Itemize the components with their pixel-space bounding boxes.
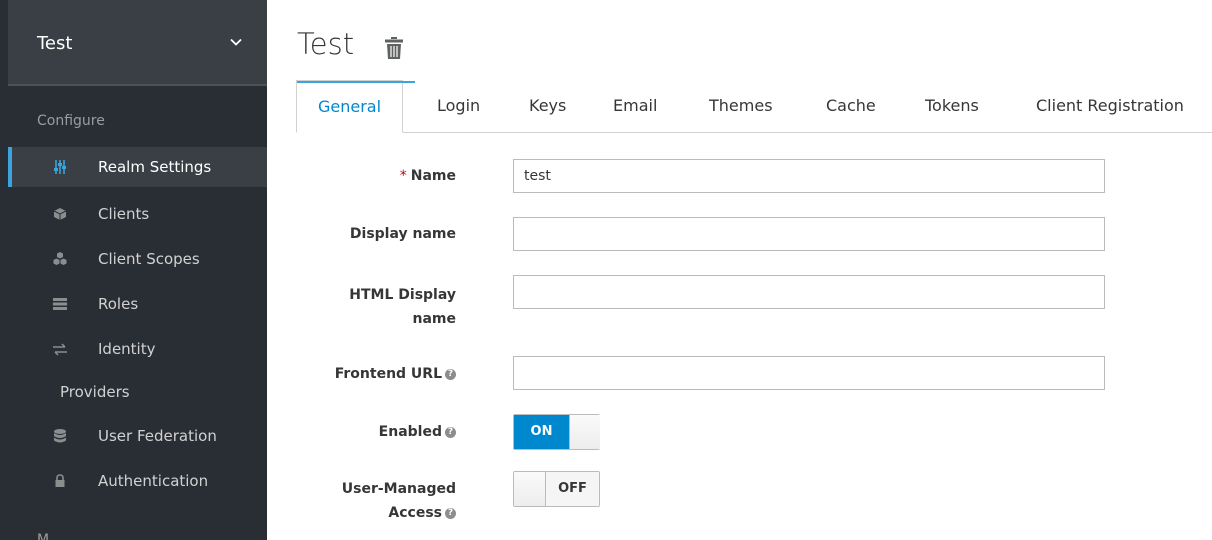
tab-label: Cache [826,96,876,115]
sliders-icon [54,160,66,174]
sidebar-item-user-federation[interactable]: User Federation [8,416,267,456]
sidebar-item-label: Clients [98,205,150,223]
trash-icon[interactable] [385,37,403,59]
sidebar-item-label: Roles [98,295,139,313]
realm-name: Test [37,33,73,54]
name-label: * Name [256,164,456,188]
tab-label: Login [437,96,481,115]
exchange-icon [53,343,67,356]
tab-label: General [318,97,382,116]
frontend-url-label-text: Frontend URL [334,366,442,382]
sidebar-item-realm-settings[interactable]: Realm Settings [8,147,267,187]
tab-login[interactable]: Login [437,80,480,132]
html-display-name-label: HTML Display name [256,283,456,331]
help-icon[interactable]: ? [445,368,456,380]
toggle-off-label: OFF [546,472,599,506]
tab-cache[interactable]: Cache [826,80,876,132]
display-name-input[interactable] [513,217,1105,251]
tab-bar: General Login Keys Email Themes Cache To… [296,80,1212,133]
html-display-name-input[interactable] [513,275,1105,309]
toggle-knob [514,472,546,506]
chevron-down-icon [230,38,242,46]
display-name-label: Display name [349,226,456,242]
roles-icon [53,298,67,310]
html-display-name-label-line1: HTML Display [349,287,456,303]
tab-label: Email [613,96,658,115]
database-icon [54,429,66,443]
section-configure: Configure [37,113,105,129]
sidebar-item-label: Authentication [98,472,209,490]
realm-selector[interactable]: Test [8,0,267,86]
sidebar-item-identity-providers[interactable]: Identity [8,329,267,369]
section-manage: M... [37,532,63,540]
cubes-icon [53,252,67,265]
frontend-url-label: Frontend URL? [256,362,456,386]
sidebar-item-client-scopes[interactable]: Client Scopes [8,239,267,279]
sidebar-item-label-wrap[interactable]: Providers [60,383,130,401]
tab-label: Client Registration [1036,96,1184,115]
tab-label: Tokens [925,96,979,115]
tab-client-registration[interactable]: Client Registration [1036,80,1184,132]
sidebar-item-clients[interactable]: Clients [8,194,267,234]
sidebar-item-authentication[interactable]: Authentication [8,461,267,501]
enabled-toggle[interactable]: ON [513,414,600,450]
tab-general[interactable]: General [296,80,415,133]
page-title: Test [297,27,355,61]
enabled-label-text: Enabled [378,424,442,440]
uma-label-line2: Access [388,505,442,521]
html-display-name-label-line2: name [412,311,457,327]
sidebar-item-label: Client Scopes [98,250,200,268]
cube-icon [53,208,67,220]
tab-label: Themes [709,96,773,115]
sidebar-item-roles[interactable]: Roles [8,284,267,324]
help-icon[interactable]: ? [445,507,456,519]
sidebar-item-label: Identity [98,340,156,358]
required-mark: * [399,168,407,184]
sidebar-item-label: Realm Settings [98,158,212,176]
user-managed-access-toggle[interactable]: OFF [513,471,600,507]
tab-tokens[interactable]: Tokens [925,80,979,132]
tab-keys[interactable]: Keys [529,80,566,132]
name-label-text: Name [410,168,456,184]
active-tab-indicator [297,81,415,83]
uma-label-line1: User-Managed [341,481,456,497]
tab-email[interactable]: Email [613,80,657,132]
name-input[interactable] [513,159,1105,193]
frontend-url-input[interactable] [513,356,1105,390]
user-managed-access-label: User-Managed Access? [256,477,456,525]
sidebar-item-label: User Federation [98,427,217,445]
lock-icon [55,474,65,487]
toggle-on-label: ON [514,415,569,449]
enabled-label: Enabled? [256,420,456,444]
sidebar: Test Configure Realm Settings Clients Cl… [0,0,267,540]
tab-themes[interactable]: Themes [709,80,773,132]
toggle-knob [569,415,600,449]
help-icon[interactable]: ? [445,426,456,438]
tab-label: Keys [529,96,567,115]
